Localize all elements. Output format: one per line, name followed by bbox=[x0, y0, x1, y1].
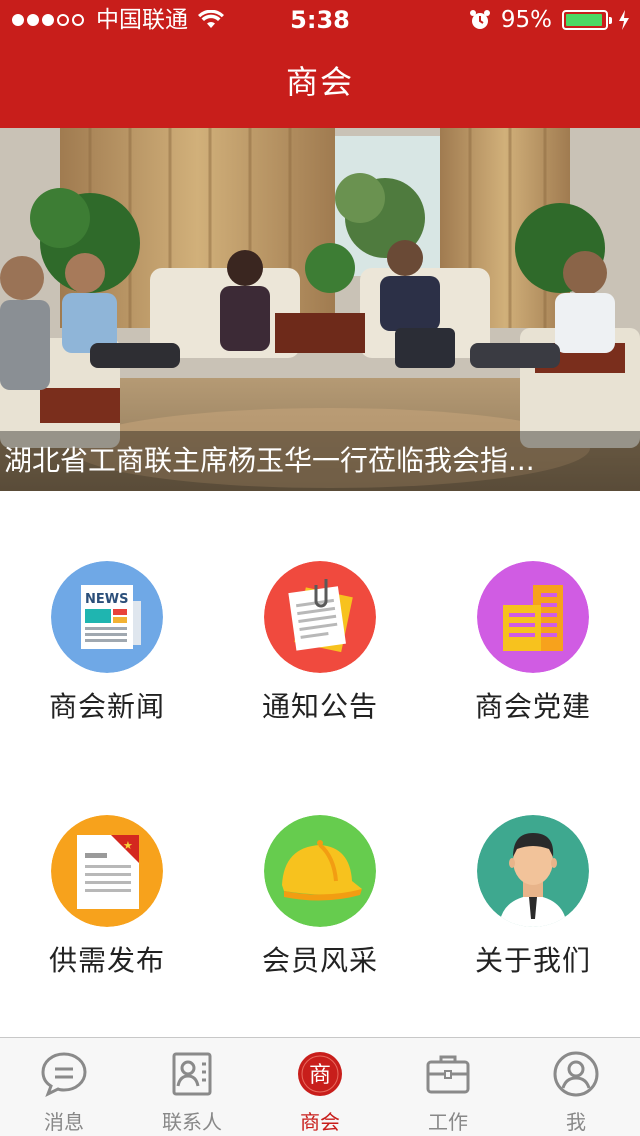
svg-text:商: 商 bbox=[309, 1063, 331, 1088]
battery-icon bbox=[562, 10, 612, 30]
alarm-clock-icon bbox=[469, 10, 490, 29]
function-grid: NEWS 商会新闻 通知公告 商会党建 ★ 供需发布 会员风采 关于我们 bbox=[0, 491, 640, 1037]
tab-label: 消息 bbox=[44, 1110, 84, 1134]
briefcase-icon bbox=[426, 1055, 470, 1094]
menu-label: 通知公告 bbox=[261, 690, 378, 723]
document-icon: ★ bbox=[51, 815, 163, 927]
menu-label: 商会党建 bbox=[474, 690, 591, 723]
person-icon bbox=[477, 815, 589, 927]
menu-member-showcase[interactable]: 会员风采 bbox=[213, 815, 427, 1045]
menu-chamber-news[interactable]: NEWS 商会新闻 bbox=[0, 561, 214, 791]
tab-label: 工作 bbox=[428, 1110, 468, 1134]
page-title: 商会 bbox=[285, 63, 354, 101]
status-bar: 中国联通 5:38 95% bbox=[0, 0, 640, 40]
news-icon: NEWS bbox=[51, 561, 163, 673]
user-icon bbox=[553, 1051, 599, 1097]
menu-supply-demand[interactable]: ★ 供需发布 bbox=[0, 815, 214, 1045]
menu-label: 供需发布 bbox=[48, 944, 165, 977]
chat-icon bbox=[41, 1052, 87, 1098]
building-icon bbox=[477, 561, 589, 673]
charging-bolt-icon bbox=[619, 10, 629, 30]
tab-label: 联系人 bbox=[162, 1110, 222, 1134]
tab-label: 我 bbox=[566, 1110, 586, 1134]
svg-text:NEWS: NEWS bbox=[85, 592, 128, 607]
menu-label: 关于我们 bbox=[474, 944, 591, 977]
top-bar: 中国联通 5:38 95% 商会 bbox=[0, 0, 640, 128]
tab-contacts[interactable]: 联系人 bbox=[128, 1038, 256, 1136]
banner-caption: 湖北省工商联主席杨玉华一行莅临我会指... bbox=[0, 431, 640, 491]
svg-text:★: ★ bbox=[123, 839, 133, 852]
battery-percent: 95% bbox=[500, 7, 552, 33]
tab-work[interactable]: 工作 bbox=[384, 1038, 512, 1136]
contacts-icon bbox=[172, 1052, 212, 1096]
tab-chamber[interactable]: 商 商会 bbox=[256, 1038, 384, 1136]
news-banner[interactable]: 湖北省工商联主席杨玉华一行莅临我会指... bbox=[0, 128, 640, 491]
menu-party-building[interactable]: 商会党建 bbox=[426, 561, 640, 791]
battery-level bbox=[566, 14, 603, 26]
menu-label: 商会新闻 bbox=[48, 690, 165, 723]
menu-notice[interactable]: 通知公告 bbox=[213, 561, 427, 791]
hard-hat-icon bbox=[264, 815, 376, 927]
menu-label: 会员风采 bbox=[261, 944, 378, 977]
notice-icon bbox=[264, 561, 376, 673]
tab-messages[interactable]: 消息 bbox=[0, 1038, 128, 1136]
chamber-seal-icon: 商 bbox=[298, 1052, 342, 1096]
tab-bar: 消息 联系人 商 商会 工作 我 bbox=[0, 1037, 640, 1136]
tab-label: 商会 bbox=[300, 1110, 340, 1134]
menu-about-us[interactable]: 关于我们 bbox=[426, 815, 640, 1045]
tab-me[interactable]: 我 bbox=[512, 1038, 640, 1136]
